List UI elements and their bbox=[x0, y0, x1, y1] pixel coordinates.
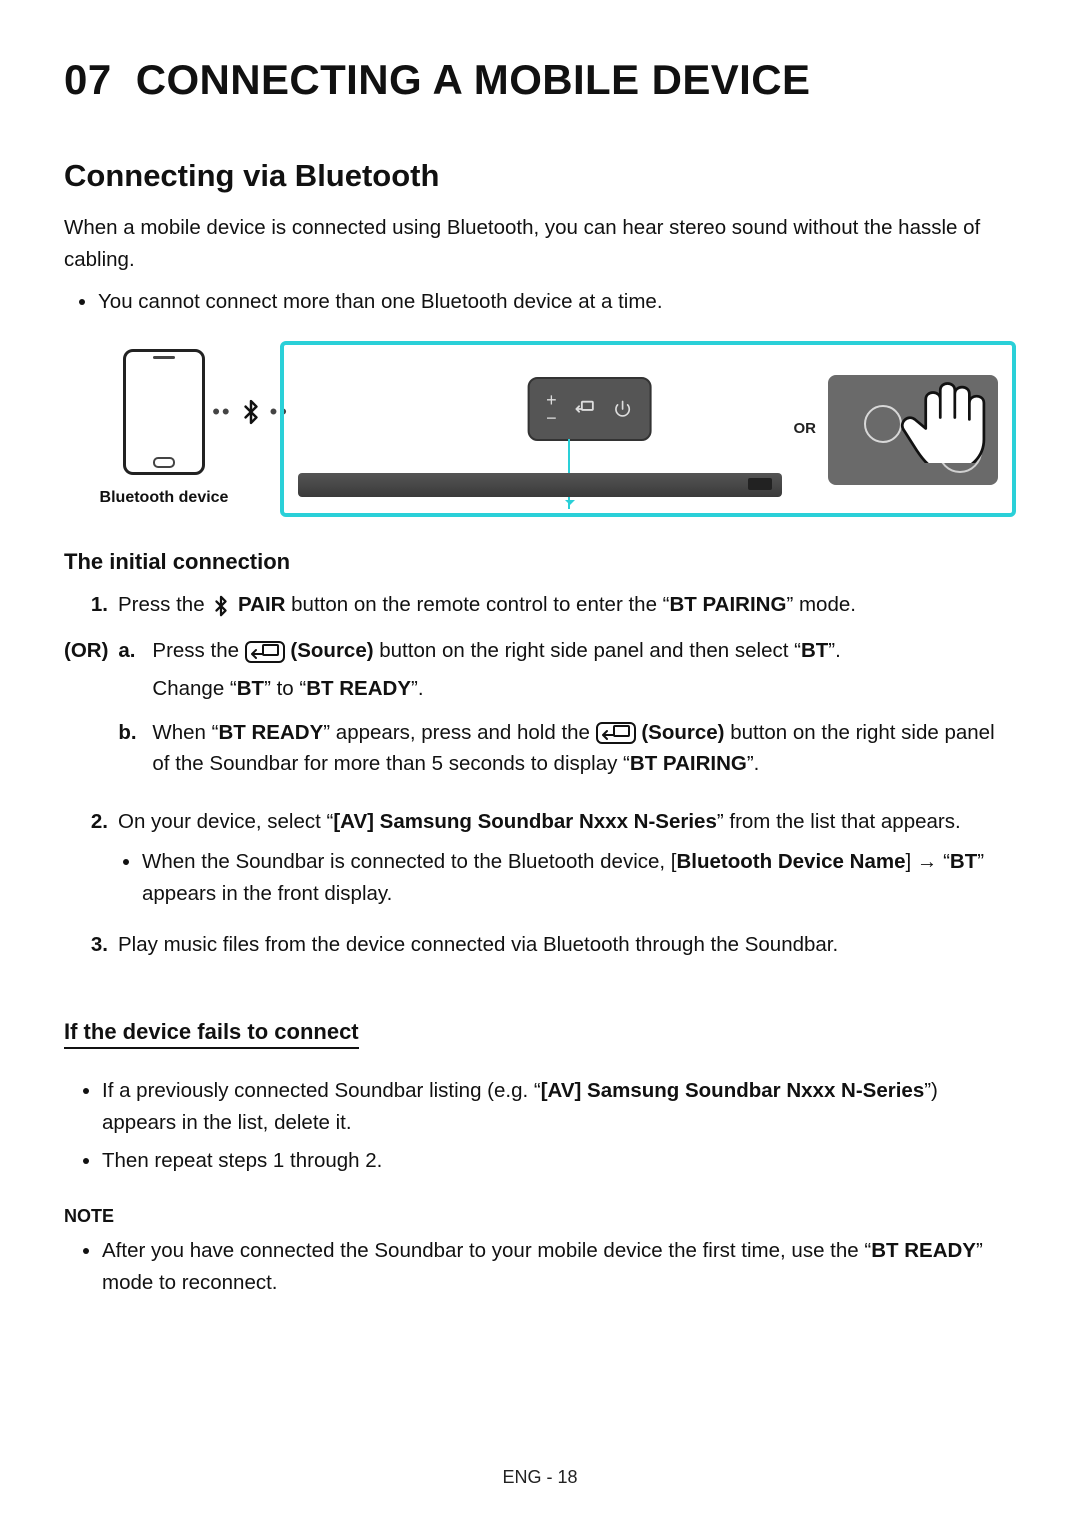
step-or: (OR) a. Press the (Source) button on the… bbox=[64, 635, 1016, 792]
initial-connection-heading: The initial connection bbox=[64, 549, 1016, 575]
pair-label: PAIR bbox=[232, 593, 285, 616]
page-footer: ENG - 18 bbox=[0, 1467, 1080, 1488]
figure-hand-touch bbox=[828, 359, 998, 497]
bt-label: BT bbox=[950, 850, 977, 873]
text: ” mode. bbox=[786, 593, 856, 616]
source-icon bbox=[596, 722, 636, 744]
note-heading: NOTE bbox=[64, 1206, 1016, 1227]
text: When “ bbox=[152, 721, 218, 744]
or-label: OR bbox=[794, 420, 817, 437]
fails-heading: If the device fails to connect bbox=[64, 1019, 359, 1049]
step-2-bullet: When the Soundbar is connected to the Bl… bbox=[142, 846, 1016, 910]
bt-device-name-label: Bluetooth Device Name bbox=[677, 850, 906, 873]
substep-b: b. When “BT READY” appears, press and ho… bbox=[118, 717, 1016, 781]
step-2: 2. On your device, select “[AV] Samsung … bbox=[64, 806, 1016, 915]
fails-bullet-2: Then repeat steps 1 through 2. bbox=[102, 1145, 1016, 1177]
intro-paragraph: When a mobile device is connected using … bbox=[64, 212, 1016, 276]
bt-ready-label: BT READY bbox=[871, 1239, 976, 1262]
figure-bluetooth-device: •• •• Bluetooth device bbox=[64, 341, 264, 517]
section-number: 07 bbox=[64, 56, 112, 103]
subsection-title: Connecting via Bluetooth bbox=[64, 158, 1016, 194]
source-label: (Source) bbox=[285, 639, 374, 662]
text: ”. bbox=[747, 752, 760, 775]
bluetooth-device-caption: Bluetooth device bbox=[100, 489, 229, 507]
text: Change “ bbox=[152, 677, 236, 700]
source-label: (Source) bbox=[636, 721, 725, 744]
text: Play music files from the device connect… bbox=[118, 929, 1016, 961]
figure-soundbar-panel: +− OR bbox=[280, 341, 1016, 517]
bt-pairing-label: BT PAIRING bbox=[670, 593, 787, 616]
text: ”. bbox=[411, 677, 424, 700]
text: If a previously connected Soundbar listi… bbox=[102, 1079, 541, 1102]
text: ” to “ bbox=[264, 677, 306, 700]
step-3: 3. Play music files from the device conn… bbox=[64, 929, 1016, 961]
or-marker: (OR) bbox=[64, 635, 118, 667]
fails-bullet-1: If a previously connected Soundbar listi… bbox=[102, 1075, 1016, 1139]
bluetooth-icon bbox=[210, 595, 232, 617]
bt-label: BT bbox=[237, 677, 264, 700]
note-bullet-1: After you have connected the Soundbar to… bbox=[102, 1235, 1016, 1299]
text: Press the bbox=[152, 639, 244, 662]
bt-ready-label: BT READY bbox=[218, 721, 323, 744]
top-bullet-list: You cannot connect more than one Bluetoo… bbox=[64, 286, 1016, 318]
text: ” appears, press and hold the bbox=[323, 721, 595, 744]
device-name-label: [AV] Samsung Soundbar Nxxx N-Series bbox=[541, 1079, 925, 1102]
bt-pairing-label: BT PAIRING bbox=[630, 752, 747, 775]
bt-label: BT bbox=[801, 639, 828, 662]
text: ” from the list that appears. bbox=[717, 810, 961, 833]
bluetooth-transmit-icon: •• •• bbox=[212, 399, 289, 425]
text: button on the remote control to enter th… bbox=[285, 593, 669, 616]
text: After you have connected the Soundbar to… bbox=[102, 1239, 871, 1262]
text: ”. bbox=[828, 639, 841, 662]
step-1: 1. Press the PAIR button on the remote c… bbox=[64, 589, 1016, 621]
phone-icon bbox=[123, 349, 205, 475]
source-icon bbox=[245, 641, 285, 663]
device-name-label: [AV] Samsung Soundbar Nxxx N-Series bbox=[333, 810, 717, 833]
top-bullet-item: You cannot connect more than one Bluetoo… bbox=[98, 286, 1016, 318]
hand-icon bbox=[898, 363, 1008, 463]
section-title-text: CONNECTING A MOBILE DEVICE bbox=[136, 56, 811, 103]
soundbar-icon bbox=[298, 473, 782, 497]
text: button on the right side panel and then … bbox=[374, 639, 801, 662]
text: Press the bbox=[118, 593, 210, 616]
bt-ready-label: BT READY bbox=[306, 677, 411, 700]
section-title: 07 CONNECTING A MOBILE DEVICE bbox=[64, 56, 1016, 104]
substep-a: a. Press the (Source) button on the righ… bbox=[118, 635, 1016, 705]
text: ] → “ bbox=[905, 850, 949, 873]
text: On your device, select “ bbox=[118, 810, 333, 833]
side-panel-callout: +− bbox=[527, 377, 651, 441]
figure-row: •• •• Bluetooth device +− OR bbox=[64, 341, 1016, 517]
text: When the Soundbar is connected to the Bl… bbox=[142, 850, 677, 873]
